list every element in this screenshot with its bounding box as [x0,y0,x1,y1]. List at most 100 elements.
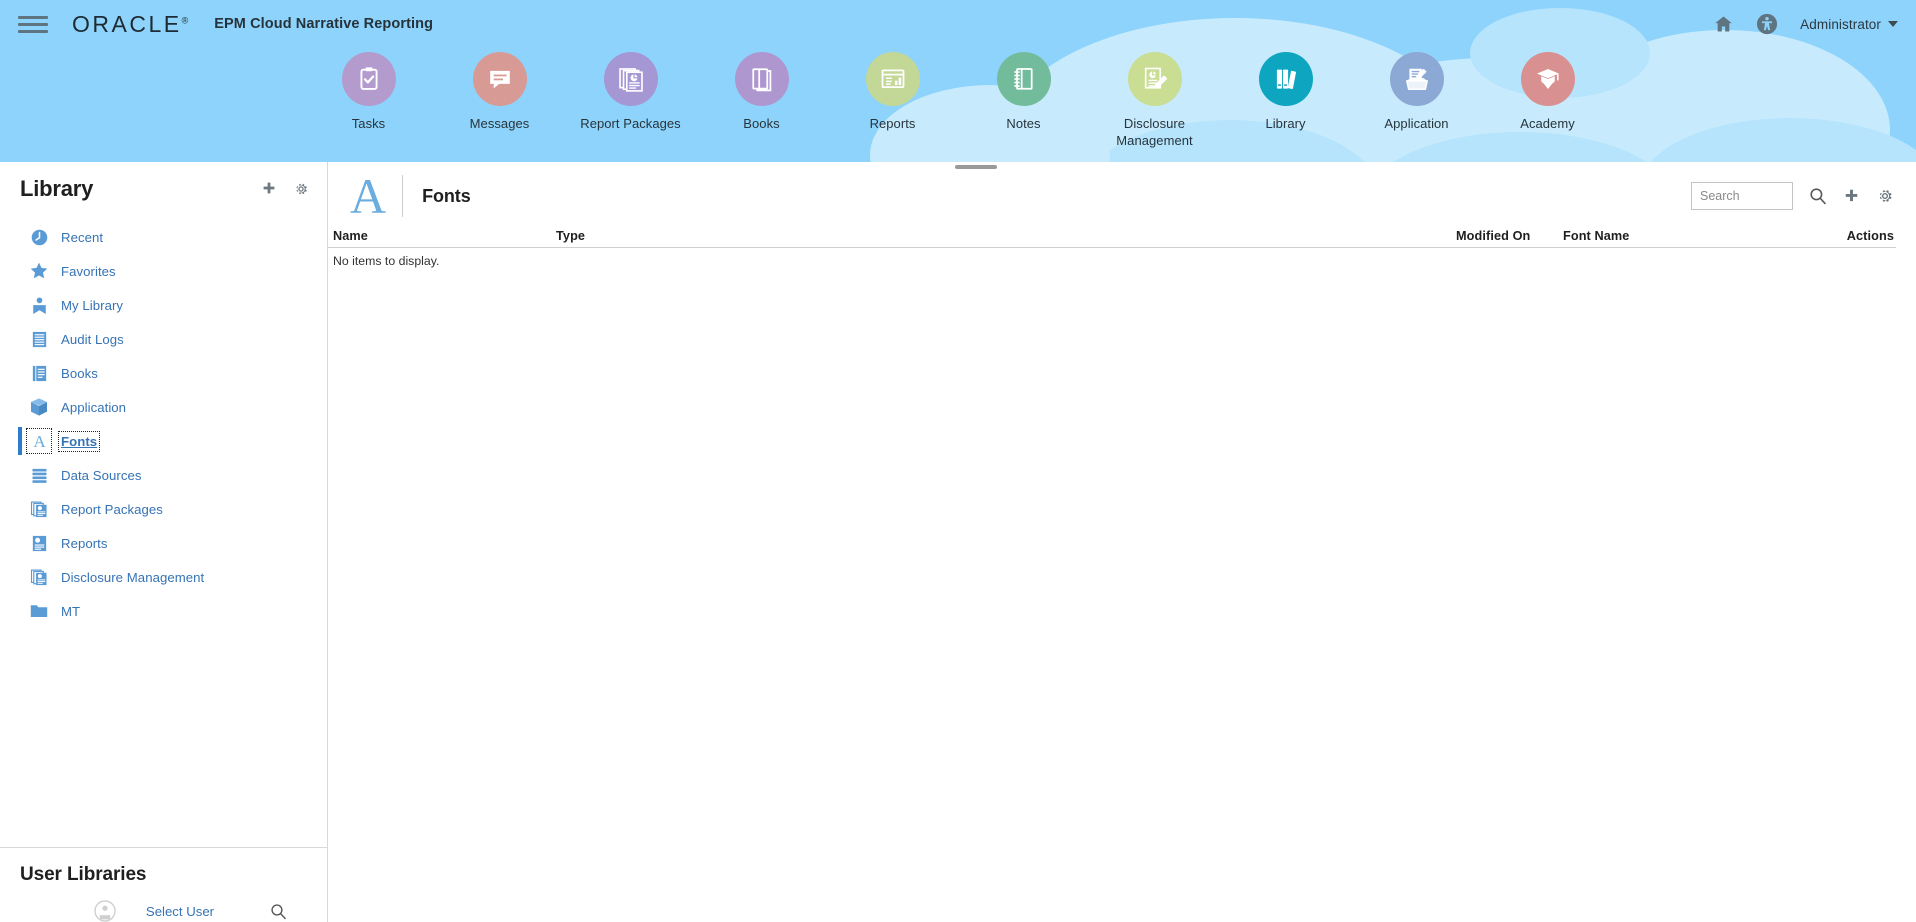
springboard-item-academy[interactable]: Academy [1482,52,1613,132]
sidebar-header: Library [0,162,327,216]
clock-icon [28,226,50,248]
app-title: EPM Cloud Narrative Reporting [214,16,434,32]
report-packages-icon [603,52,658,106]
springboard-label: Notes [1006,116,1041,131]
folder-icon [28,600,50,622]
springboard-label: Library [1265,116,1306,131]
cube-icon [28,396,50,418]
sidebar-title: Library [20,176,94,201]
sidebar-item-audit-logs[interactable]: Audit Logs [0,322,327,356]
report-icon [28,532,50,554]
column-header-font-name[interactable]: Font Name [1563,229,1793,247]
sidebar-item-label: Data Sources [61,467,142,483]
springboard-item-library[interactable]: Library [1220,52,1351,132]
column-header-type[interactable]: Type [556,229,1456,247]
report-packages-icon [28,498,50,520]
springboard-label: Messages [469,116,530,131]
column-header-actions[interactable]: Actions [1793,229,1896,247]
sidebar-item-fonts[interactable]: A Fonts [0,424,327,458]
user-avatar-icon [94,900,116,922]
svg-text:A: A [33,432,46,451]
title-divider [402,175,404,217]
library-sidebar: Library Recent Favorites My Library Audi… [0,162,328,922]
data-sources-icon [28,464,50,486]
messages-bubble-icon [472,52,527,106]
star-icon [28,260,50,282]
page-title: Fonts [422,185,471,206]
sidebar-item-label: Books [61,365,98,381]
books-icon [734,52,789,106]
content-area: A Fonts Search Name Type Modified On Fon… [328,162,1916,922]
sidebar-item-label: Favorites [61,263,116,279]
content-toolbar [1691,182,1894,210]
springboard-item-report-packages[interactable]: Report Packages [565,52,696,132]
fonts-table: Name Type Modified On Font Name Actions … [328,222,1916,268]
sidebar-item-my-library[interactable]: My Library [0,288,327,322]
sidebar-item-label: Application [61,399,127,415]
springboard-item-tasks[interactable]: Tasks [303,52,434,132]
notes-notebook-icon [996,52,1051,106]
user-menu-label: Administrator [1800,16,1881,32]
sidebar-item-label: Reports [61,535,108,551]
sidebar-item-mt[interactable]: MT [0,594,327,628]
home-icon[interactable] [1713,14,1734,34]
book-icon [28,362,50,384]
sidebar-header-actions [261,181,309,197]
springboard-label: Application [1384,116,1449,131]
springboard-item-application[interactable]: Application [1351,52,1482,132]
sidebar-item-recent[interactable]: Recent [0,220,327,254]
sidebar-item-report-packages[interactable]: Report Packages [0,492,327,526]
application-box-icon [1389,52,1444,106]
oracle-logo-text: ORACLE [72,10,182,37]
panel-collapse-handle[interactable] [955,165,997,169]
audit-log-icon [28,328,50,350]
sidebar-item-label: Recent [61,229,104,245]
springboard-label: Academy [1520,116,1575,131]
column-header-modified-on[interactable]: Modified On [1456,229,1563,247]
springboard-item-messages[interactable]: Messages [434,52,565,132]
springboard-item-reports[interactable]: Reports [827,52,958,132]
sidebar-item-favorites[interactable]: Favorites [0,254,327,288]
springboard-label: Tasks [351,116,386,131]
empty-state-message: No items to display. [333,254,440,268]
reports-icon [865,52,920,106]
gear-icon[interactable] [1876,187,1894,205]
sidebar-item-data-sources[interactable]: Data Sources [0,458,327,492]
accessibility-icon[interactable] [1756,13,1778,35]
sidebar-item-reports[interactable]: Reports [0,526,327,560]
plus-icon[interactable] [261,181,277,197]
springboard-item-notes[interactable]: Notes [958,52,1089,132]
springboard-label: Reports [869,116,916,131]
sidebar-item-books[interactable]: Books [0,356,327,390]
sidebar-item-label: My Library [61,297,124,313]
sidebar-item-label: MT [61,603,81,619]
select-user-row: Select User [20,900,309,922]
sidebar-item-label: Audit Logs [61,331,124,347]
search-icon[interactable] [270,903,287,920]
oracle-logo-mark: ® [181,14,189,25]
springboard-item-disclosure-management[interactable]: Disclosure Management [1089,52,1220,149]
sidebar-item-label: Disclosure Management [61,569,205,585]
font-a-icon: A [26,428,52,454]
font-a-icon: A [350,168,387,224]
user-menu[interactable]: Administrator [1800,17,1898,32]
sidebar-item-disclosure-management[interactable]: Disclosure Management [0,560,327,594]
select-user-link[interactable]: Select User [146,904,214,919]
oracle-logo[interactable]: ORACLE® [72,11,188,38]
user-library-icon [28,294,50,316]
springboard-nav: Tasks Messages Report Packages Books Rep… [0,52,1916,162]
gear-icon[interactable] [293,181,309,197]
springboard-item-books[interactable]: Books [696,52,827,132]
user-libraries-title: User Libraries [20,864,147,885]
content-header: A Fonts [328,162,1916,222]
sidebar-item-application[interactable]: Application [0,390,327,424]
tasks-clipboard-icon [341,52,396,106]
hamburger-menu-icon[interactable] [18,9,48,39]
search-input[interactable] [1691,182,1793,210]
sidebar-item-label: Fonts [57,430,101,452]
plus-icon[interactable] [1843,188,1860,205]
column-header-name[interactable]: Name [331,229,556,247]
search-icon[interactable] [1809,187,1827,205]
academy-graduation-icon [1520,52,1575,106]
